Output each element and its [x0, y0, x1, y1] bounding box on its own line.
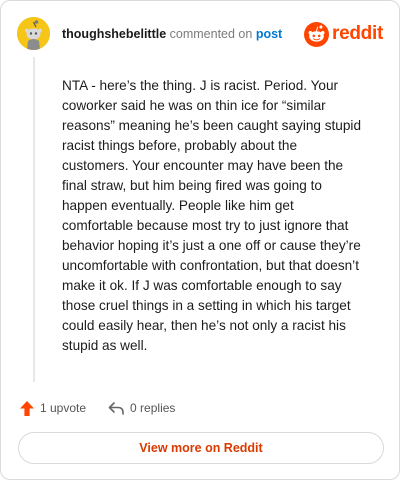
upvote-arrow-icon	[20, 400, 34, 416]
comment-body-text: NTA - here’s the thing. J is racist. Per…	[62, 78, 362, 353]
user-avatar[interactable]	[17, 17, 50, 50]
thread-line	[33, 57, 35, 382]
reddit-brand-link[interactable]: reddit	[304, 21, 383, 47]
post-link[interactable]: post	[256, 27, 282, 41]
embedded-comment-card: thoughshebelittle commented on post redd…	[0, 0, 400, 480]
reddit-wordmark: reddit	[332, 23, 383, 44]
comment-attribution: thoughshebelittle commented on post	[62, 27, 282, 41]
replies-button[interactable]: 0 replies	[108, 401, 175, 416]
reddit-snoo-icon	[304, 21, 330, 47]
commented-on-text: commented on	[169, 27, 253, 41]
upvote-count: 1 upvote	[40, 401, 87, 415]
reply-arrow-icon	[108, 401, 124, 415]
username-link[interactable]: thoughshebelittle	[62, 27, 166, 41]
comment-actions: 1 upvote 0 replies	[19, 399, 175, 417]
snoo-avatar-icon	[17, 17, 50, 50]
view-more-button[interactable]: View more on Reddit	[18, 432, 384, 464]
replies-count: 0 replies	[130, 401, 176, 415]
comment-header: thoughshebelittle commented on post redd…	[17, 17, 383, 51]
upvote-button[interactable]: 1 upvote	[19, 400, 86, 417]
